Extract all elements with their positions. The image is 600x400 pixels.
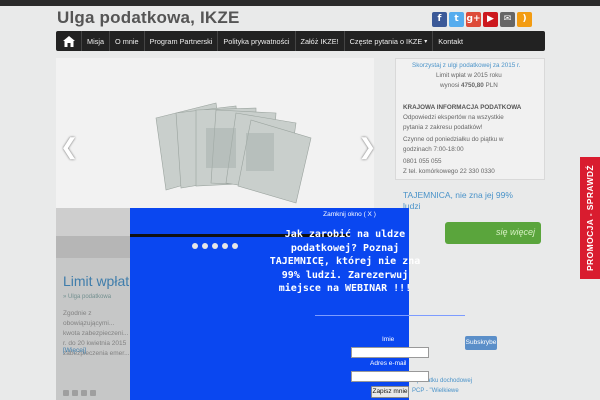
slider-next-icon[interactable]: ❯: [358, 136, 376, 158]
name-label: Imie: [382, 336, 395, 343]
sidebar-kip-line: pytania z zakresu podatków!: [403, 124, 483, 131]
banknotes-image: [155, 102, 312, 204]
slider-dot[interactable]: [192, 243, 198, 249]
submit-button[interactable]: Zapisz mnie: [371, 386, 409, 398]
slider-dot[interactable]: [212, 243, 218, 249]
slider-dot[interactable]: [222, 243, 228, 249]
slider-dot[interactable]: [232, 243, 238, 249]
overlay-shade: [56, 208, 130, 400]
slider-dots: [192, 243, 238, 249]
caret-down-icon: ▾: [424, 38, 428, 45]
sidebar-amount-line: wynosi 4750,80 PLN: [440, 82, 498, 89]
email-icon[interactable]: ✉: [500, 12, 515, 27]
name-input[interactable]: [351, 347, 429, 358]
popup-message: Jak zarobić na uldze podatkowej? Poznaj …: [269, 229, 421, 294]
nav-item-czeste-pytania-label: Częste pytania o IKZE: [349, 36, 423, 46]
sidebar-kip-phone: 0801 055 055: [403, 158, 442, 165]
amount-prefix: wynosi: [440, 82, 460, 89]
top-strip: [0, 0, 600, 6]
rss-icon[interactable]: ): [517, 12, 532, 27]
sidebar-limit-line: Limit wpłat w 2015 roku: [436, 72, 502, 79]
social-links: f t g+ ▶ ✉ ): [432, 12, 532, 27]
slider-prev-icon[interactable]: ❮: [60, 136, 78, 158]
twitter-icon[interactable]: t: [449, 12, 464, 27]
google-plus-icon[interactable]: g+: [466, 12, 481, 27]
home-icon: [62, 35, 75, 47]
popup-divider: [315, 315, 465, 316]
slider-dot[interactable]: [202, 243, 208, 249]
sidebar-ulga-link[interactable]: Skorzystaj z ulgi podatkowej za 2015 r.: [412, 62, 521, 69]
email-input[interactable]: [351, 371, 429, 382]
webinar-popup: Zamknij okno ( X ) Jak zarobić na uldze …: [130, 208, 465, 400]
learn-more-banner[interactable]: się więcej: [445, 222, 541, 244]
subscribe-button[interactable]: Subskrybe: [465, 336, 497, 350]
site-title[interactable]: Ulga podatkowa, IKZE: [57, 8, 240, 28]
email-label: Adres e-mail: [370, 360, 407, 367]
nav-item-o-mnie[interactable]: O mnie: [110, 31, 145, 51]
sidebar-kip-line: godzinach 7:00-18:00: [403, 146, 464, 153]
amount-suffix: PLN: [485, 82, 498, 89]
amount-value: 4750,80: [461, 82, 484, 89]
main-nav: Misja O mnie Program Partnerski Polityka…: [56, 31, 545, 51]
sidebar-bottom-link[interactable]: PCP - "Wielkiewe: [412, 388, 459, 394]
promo-tab[interactable]: PROMOCJA - SPRAWDŹ: [580, 157, 600, 279]
nav-item-misja[interactable]: Misja: [82, 31, 111, 51]
nav-item-program-partnerski[interactable]: Program Partnerski: [145, 31, 219, 51]
sidebar-kip-mobile: Z tel. komórkowego 22 330 0330: [403, 168, 495, 175]
nav-item-czeste-pytania[interactable]: Częste pytania o IKZE ▾: [345, 31, 434, 51]
sidebar-heading[interactable]: TAJEMNICA, nie zna jej 99%: [403, 190, 513, 200]
facebook-icon[interactable]: f: [432, 12, 447, 27]
promo-label: PROMOCJA - SPRAWDŹ: [585, 164, 595, 272]
nav-item-kontakt[interactable]: Kontakt: [433, 31, 468, 51]
youtube-icon[interactable]: ▶: [483, 12, 498, 27]
nav-item-zaloz-ikze[interactable]: Załóż IKZE!: [296, 31, 345, 51]
sidebar-kip-line: Odpowiedzi ekspertów na wszystkie: [403, 114, 504, 121]
page: Ulga podatkowa, IKZE f t g+ ▶ ✉ ) Misja …: [0, 0, 600, 400]
sidebar-kip-heading: KRAJOWA INFORMACJA PODATKOWA: [403, 104, 522, 111]
popup-close-button[interactable]: Zamknij okno ( X ): [130, 211, 409, 218]
nav-item-polityka-prywatnosci[interactable]: Polityka prywatności: [218, 31, 296, 51]
sidebar-kip-line: Czynne od poniedziałku do piątku w: [403, 136, 504, 143]
home-button[interactable]: [56, 31, 82, 51]
